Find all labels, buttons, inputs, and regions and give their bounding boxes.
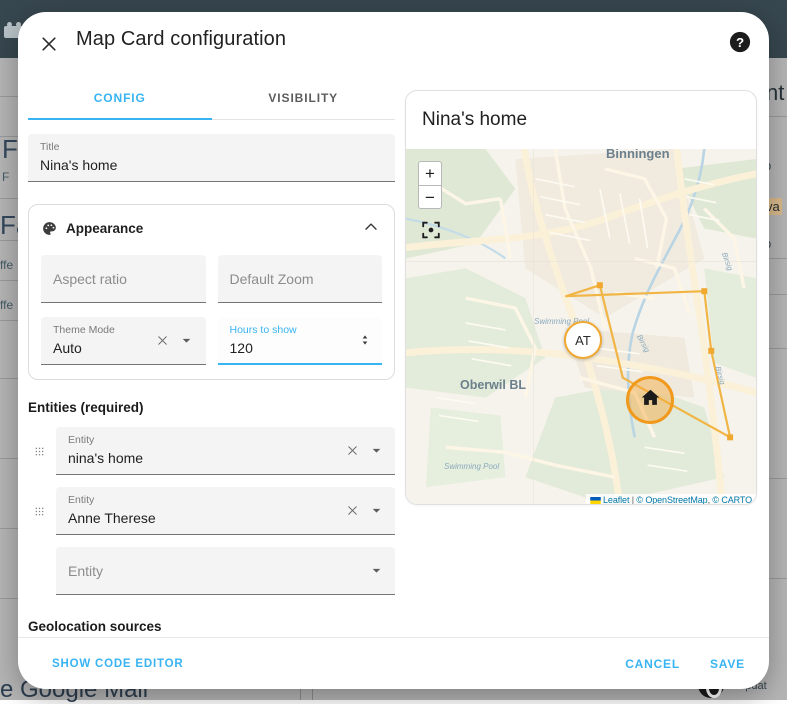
show-code-editor-button[interactable]: SHOW CODE EDITOR — [46, 650, 189, 678]
appearance-row-1: Aspect ratio Default Zoom — [41, 255, 382, 303]
tab-bar: CONFIG VISIBILITY — [28, 76, 395, 120]
theme-mode-field[interactable]: Theme Mode Auto — [41, 317, 206, 365]
map-card-configuration-dialog: Map Card configuration ? CONFIG VISIBILI… — [18, 12, 769, 689]
map-recenter-button[interactable] — [418, 218, 444, 244]
entity-field-empty[interactable]: Entity — [56, 547, 395, 595]
entity-field-empty-placeholder: Entity — [68, 563, 103, 579]
drag-handle-icon[interactable] — [28, 434, 50, 468]
leaflet-link[interactable]: Leaflet — [603, 495, 629, 505]
map-marker-person-at[interactable]: AT — [564, 321, 602, 359]
entity-field-1-label: Entity — [68, 434, 94, 446]
map-card-preview: Nina's home — [405, 90, 757, 505]
title-field-value: Nina's home — [40, 157, 117, 173]
tab-config[interactable]: CONFIG — [28, 76, 212, 119]
config-pane: CONFIG VISIBILITY Title Nina's home — [18, 76, 405, 637]
map-marker-home[interactable] — [626, 376, 674, 424]
hours-to-show-field[interactable]: Hours to show 120 — [218, 317, 383, 365]
svg-text:?: ? — [736, 34, 744, 49]
entity-field-empty-dropdown-icon[interactable] — [363, 547, 389, 594]
close-icon — [39, 34, 59, 57]
map-zoom-in-button[interactable]: + — [418, 161, 442, 185]
entity-field-2[interactable]: Entity Anne Therese — [56, 487, 395, 535]
ukraine-flag-icon — [590, 497, 601, 504]
preview-pane: Nina's home — [405, 76, 769, 637]
entity-field-1-dropdown-icon[interactable] — [363, 427, 389, 474]
theme-mode-clear-icon[interactable] — [150, 317, 176, 364]
entity-field-2-value: Anne Therese — [68, 510, 156, 526]
entity-field-2-dropdown-icon[interactable] — [363, 487, 389, 534]
theme-mode-dropdown-icon[interactable] — [174, 317, 200, 364]
appearance-collapse-button[interactable] — [360, 217, 382, 239]
palette-icon — [41, 220, 58, 237]
tab-visibility[interactable]: VISIBILITY — [212, 76, 396, 119]
map-label-oberwil: Oberwil BL — [460, 378, 526, 392]
map-attribution: Leaflet | © OpenStreetMap, © CARTO — [586, 494, 756, 505]
dialog-footer: SHOW CODE EDITOR CANCEL SAVE — [18, 637, 769, 689]
entity-field-1[interactable]: Entity nina's home — [56, 427, 395, 475]
carto-link[interactable]: © CARTO — [712, 495, 752, 505]
entity-row: Entity nina's home — [28, 427, 395, 475]
aspect-ratio-field[interactable]: Aspect ratio — [41, 255, 206, 303]
map-label-swimming-pool-2: Swimming Pool — [444, 462, 499, 471]
appearance-row-2: Theme Mode Auto — [41, 317, 382, 365]
dialog-header: Map Card configuration ? — [18, 12, 769, 76]
openstreetmap-link[interactable]: © OpenStreetMap — [636, 495, 707, 505]
geolocation-heading: Geolocation sources — [28, 619, 405, 634]
home-icon — [640, 387, 661, 413]
map-canvas[interactable]: Binningen Oberwil BL Swimming Pool Swimm… — [406, 149, 756, 505]
entity-row: Entity Anne Therese — [28, 487, 395, 535]
entity-field-2-clear-icon[interactable] — [339, 487, 365, 534]
close-button[interactable] — [30, 26, 68, 64]
focus-target-icon — [420, 229, 442, 244]
help-button[interactable]: ? — [725, 28, 755, 58]
map-marker-person-label: AT — [575, 333, 591, 348]
default-zoom-placeholder: Default Zoom — [230, 271, 314, 287]
drag-handle-icon[interactable] — [28, 494, 50, 528]
dialog-body: CONFIG VISIBILITY Title Nina's home — [18, 76, 769, 637]
appearance-heading: Appearance — [66, 221, 360, 236]
background-left-text-4: ffe — [0, 298, 13, 312]
background-left-text-0: F — [2, 134, 18, 165]
title-field[interactable]: Title Nina's home — [28, 134, 395, 182]
theme-mode-value: Auto — [53, 340, 82, 356]
entity-field-2-label: Entity — [68, 494, 94, 506]
map-zoom-out-button[interactable]: − — [418, 185, 442, 209]
entity-field-1-value: nina's home — [68, 450, 143, 466]
title-field-label: Title — [40, 141, 59, 153]
theme-mode-label: Theme Mode — [53, 324, 115, 336]
footer-actions: CANCEL SAVE — [619, 649, 751, 679]
hours-to-show-value: 120 — [230, 340, 253, 356]
background-left-text-1: F — [2, 170, 9, 184]
hours-to-show-label: Hours to show — [230, 324, 297, 336]
entity-row: Entity — [28, 547, 395, 595]
save-button[interactable]: SAVE — [704, 649, 751, 679]
dialog-title: Map Card configuration — [76, 28, 286, 51]
map-card-title: Nina's home — [406, 91, 756, 149]
cancel-button[interactable]: CANCEL — [619, 649, 686, 679]
hours-to-show-stepper-icon[interactable] — [352, 317, 378, 363]
default-zoom-field[interactable]: Default Zoom — [218, 255, 383, 303]
appearance-section: Appearance Aspect ratio Defau — [28, 204, 395, 380]
map-label-binningen: Binningen — [606, 149, 670, 161]
aspect-ratio-placeholder: Aspect ratio — [53, 271, 127, 287]
chevron-up-icon — [361, 225, 381, 240]
help-circle-icon: ? — [729, 31, 751, 56]
entity-field-1-clear-icon[interactable] — [339, 427, 365, 474]
appearance-header[interactable]: Appearance — [41, 215, 382, 241]
entities-heading: Entities (required) — [28, 400, 405, 415]
background-left-text-3: ffe — [0, 258, 13, 272]
